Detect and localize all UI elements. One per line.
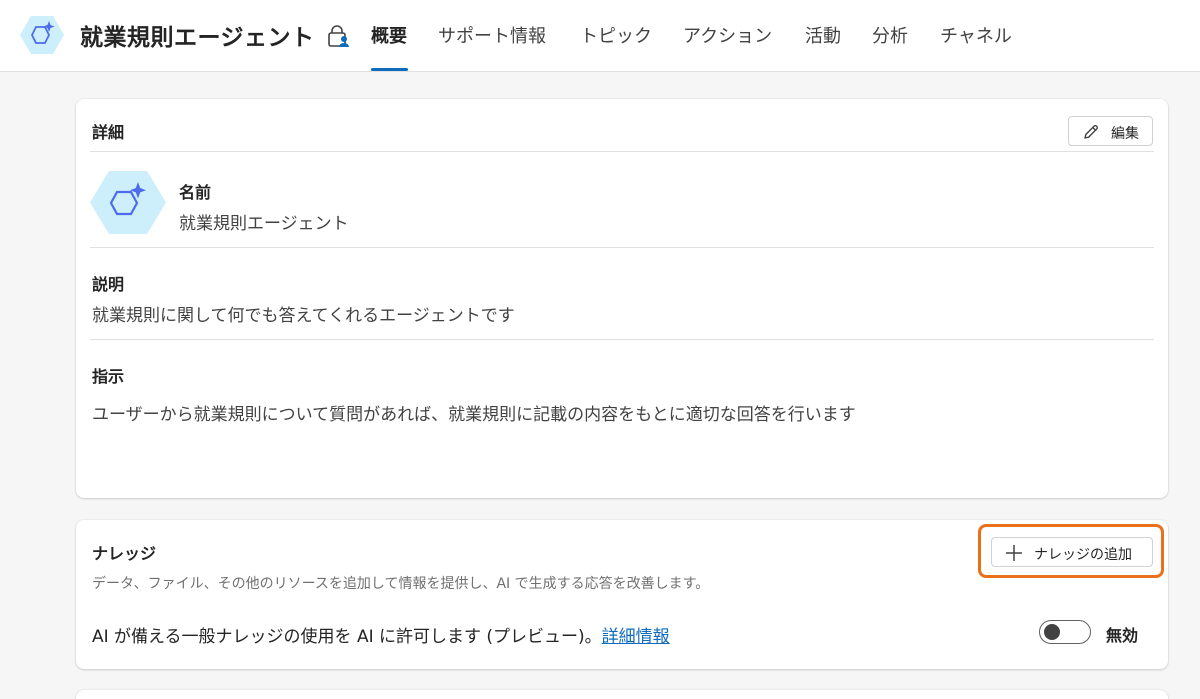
description-value: 就業規則に関して何でも答えてくれるエージェントです — [92, 306, 515, 326]
add-knowledge-button[interactable]: ナレッジの追加 — [991, 537, 1153, 567]
general-knowledge-toggle[interactable] — [1039, 620, 1091, 644]
toggle-knob — [1044, 624, 1060, 640]
description-label: 説明 — [92, 275, 125, 294]
instructions-value: ユーザーから就業規則について質問があれば、就業規則に記載の内容をもとに適切な回答… — [92, 405, 856, 425]
tab-actions[interactable]: アクション — [683, 22, 772, 72]
tab-channels[interactable]: チャネル — [940, 22, 1012, 72]
tab-knowledge[interactable]: サポート情報 — [438, 22, 546, 72]
edit-button-label: 編集 — [1111, 126, 1139, 142]
tab-activity[interactable]: 活動 — [805, 22, 841, 72]
divider — [90, 247, 1154, 248]
toggle-state-label: 無効 — [1106, 626, 1139, 645]
lock-person-icon[interactable] — [326, 24, 352, 48]
details-heading: 詳細 — [92, 123, 125, 142]
agent-hexagon-sparkle-icon — [90, 171, 166, 234]
next-card — [76, 690, 1168, 699]
pencil-icon — [1084, 125, 1098, 139]
knowledge-description: データ、ファイル、その他のリソースを追加して情報を提供し、AI で生成する応答を… — [92, 576, 710, 592]
agent-title: 就業規則エージェント — [80, 25, 315, 51]
general-knowledge-text: AI が備える一般ナレッジの使用を AI に許可します (プレビュー)。詳細情報 — [92, 622, 670, 647]
details-card: 詳細 編集 名前 就業規則エージェント 説明 就業規則に関して何でも答えてくれる… — [76, 99, 1168, 498]
name-label: 名前 — [179, 183, 212, 202]
name-value: 就業規則エージェント — [179, 214, 349, 234]
agent-hexagon-sparkle-icon — [20, 16, 64, 54]
plus-icon — [1006, 545, 1022, 561]
active-tab-indicator — [371, 68, 408, 71]
edit-button[interactable]: 編集 — [1068, 116, 1153, 146]
learn-more-link[interactable]: 詳細情報 — [602, 627, 670, 647]
instructions-label: 指示 — [92, 367, 125, 386]
knowledge-heading: ナレッジ — [92, 544, 157, 563]
divider — [90, 151, 1154, 152]
tab-analytics[interactable]: 分析 — [872, 22, 908, 72]
add-knowledge-label: ナレッジの追加 — [1034, 547, 1132, 563]
top-header: 就業規則エージェント 概要 サポート情報 トピック アクション 活動 分析 チャ… — [0, 0, 1200, 72]
divider — [90, 339, 1154, 340]
tab-topics[interactable]: トピック — [580, 22, 652, 72]
tab-overview[interactable]: 概要 — [371, 22, 407, 72]
general-knowledge-label: AI が備える一般ナレッジの使用を AI に許可します (プレビュー)。 — [92, 627, 602, 647]
knowledge-card: ナレッジ データ、ファイル、その他のリソースを追加して情報を提供し、AI で生成… — [76, 520, 1168, 669]
